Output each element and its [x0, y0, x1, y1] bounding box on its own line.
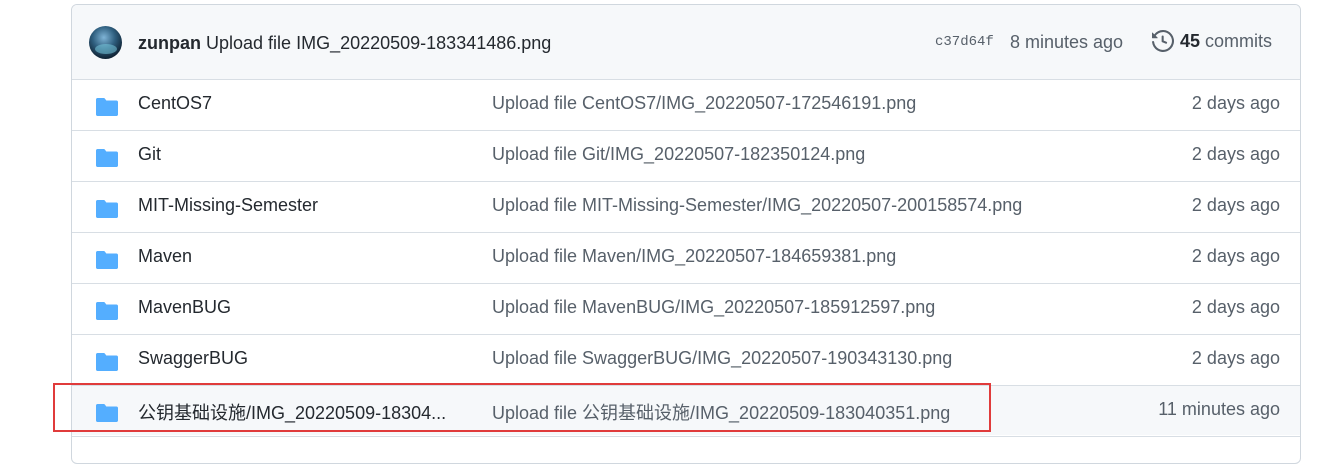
file-commit-time: 2 days ago [1191, 297, 1280, 317]
commit-message-link[interactable]: Upload file IMG_20220509-183341486.png [206, 33, 551, 53]
file-row[interactable]: Maven Upload file Maven/IMG_20220507-184… [72, 232, 1300, 282]
commit-author-link[interactable]: zunpan [138, 33, 201, 53]
file-name-link[interactable]: Maven [138, 246, 192, 267]
commits-history-link[interactable]: 45 commits [1152, 30, 1272, 52]
file-name-link[interactable]: SwaggerBUG [138, 348, 248, 369]
history-icon [1152, 30, 1174, 52]
latest-commit-header: zunpan Upload file IMG_20220509-18334148… [72, 5, 1300, 80]
avatar[interactable] [89, 26, 122, 59]
file-commit-message-link[interactable]: Upload file SwaggerBUG/IMG_20220507-1903… [492, 348, 952, 369]
file-list-box: zunpan Upload file IMG_20220509-18334148… [71, 4, 1301, 464]
folder-icon [96, 353, 118, 371]
file-commit-time: 2 days ago [1191, 93, 1280, 113]
commits-count: 45 [1180, 30, 1201, 51]
folder-icon [96, 251, 118, 269]
folder-icon [96, 302, 118, 320]
folder-icon [96, 98, 118, 116]
file-row[interactable]: MavenBUG Upload file MavenBUG/IMG_202205… [72, 283, 1300, 333]
file-commit-message-link[interactable]: Upload file CentOS7/IMG_20220507-1725461… [492, 93, 916, 114]
file-name-link[interactable]: MavenBUG [138, 297, 231, 318]
file-row[interactable]: MIT-Missing-Semester Upload file MIT-Mis… [72, 181, 1300, 231]
file-commit-time: 2 days ago [1191, 348, 1280, 368]
file-commit-message-link[interactable]: Upload file 公钥基础设施/IMG_20220509-18304035… [492, 399, 950, 425]
commit-time: 8 minutes ago [1010, 32, 1124, 52]
file-commit-time: 11 minutes ago [1158, 399, 1280, 419]
commits-label: commits [1205, 30, 1273, 51]
folder-icon [96, 200, 118, 218]
file-row[interactable]: SwaggerBUG Upload file SwaggerBUG/IMG_20… [72, 334, 1300, 384]
file-commit-time: 2 days ago [1191, 246, 1280, 266]
file-name-link[interactable]: CentOS7 [138, 93, 212, 114]
file-name-link[interactable]: Git [138, 144, 161, 165]
latest-commit-message: zunpan Upload file IMG_20220509-18334148… [138, 32, 551, 54]
file-commit-time: 2 days ago [1191, 195, 1280, 215]
file-row-partial [72, 436, 1300, 463]
file-row[interactable]: CentOS7 Upload file CentOS7/IMG_20220507… [72, 79, 1300, 129]
file-commit-message-link[interactable]: Upload file Maven/IMG_20220507-184659381… [492, 246, 896, 267]
file-name-link[interactable]: MIT-Missing-Semester [138, 195, 318, 216]
folder-icon [96, 404, 118, 422]
file-name-link[interactable]: 公钥基础设施/IMG_20220509-18304... [138, 399, 446, 425]
file-commit-time: 2 days ago [1191, 144, 1280, 164]
commit-sha-link[interactable]: c37d64f [935, 34, 994, 50]
folder-icon [96, 149, 118, 167]
file-row[interactable]: 公钥基础设施/IMG_20220509-18304... Upload file… [72, 385, 1300, 435]
file-commit-message-link[interactable]: Upload file MIT-Missing-Semester/IMG_202… [492, 195, 1022, 216]
file-commit-message-link[interactable]: Upload file Git/IMG_20220507-182350124.p… [492, 144, 865, 165]
file-row[interactable]: Git Upload file Git/IMG_20220507-1823501… [72, 130, 1300, 180]
file-commit-message-link[interactable]: Upload file MavenBUG/IMG_20220507-185912… [492, 297, 935, 318]
